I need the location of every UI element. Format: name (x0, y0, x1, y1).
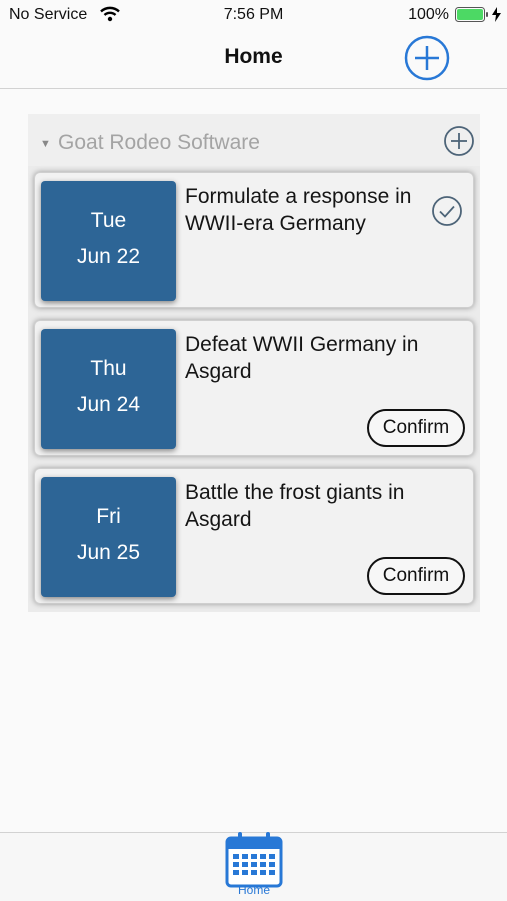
charging-bolt-icon (492, 7, 501, 22)
section-title: Goat Rodeo Software (58, 131, 260, 154)
date-tile: Tue Jun 22 (41, 181, 176, 301)
task-card[interactable]: Tue Jun 22 Formulate a response in WWII-… (34, 172, 474, 308)
navigation-bar: Home (0, 30, 507, 89)
section-header[interactable]: ▼ Goat Rodeo Software (28, 114, 480, 166)
date-weekday: Thu (90, 357, 127, 380)
confirm-button[interactable]: Confirm (367, 409, 465, 447)
project-section: ▼ Goat Rodeo Software Tue Jun 22 Formula… (28, 114, 480, 612)
checkmark-circle-icon[interactable] (431, 195, 463, 227)
date-weekday: Fri (96, 505, 121, 528)
confirm-button[interactable]: Confirm (367, 557, 465, 595)
battery-icon (455, 7, 488, 22)
task-title: Battle the frost giants in Asgard (185, 481, 405, 531)
task-card[interactable]: Fri Jun 25 Battle the frost giants in As… (34, 468, 474, 604)
tab-home-label: Home (237, 883, 270, 897)
date-weekday: Tue (90, 209, 127, 232)
tab-bar: Home (0, 832, 507, 901)
tab-home[interactable]: Home (220, 832, 288, 901)
date-month-day: Jun 24 (76, 393, 141, 416)
status-bar: No Service 7:56 PM 100% (0, 0, 507, 30)
date-tile: Thu Jun 24 (41, 329, 176, 449)
battery-percentage: 100% (408, 6, 449, 23)
date-month-day: Jun 22 (76, 245, 141, 268)
date-month-day: Jun 25 (76, 541, 141, 564)
add-button[interactable] (404, 35, 450, 81)
calendar-icon (225, 832, 283, 888)
task-title: Formulate a response in WWII-era Germany (185, 185, 412, 235)
disclosure-triangle-icon[interactable]: ▼ (40, 138, 51, 150)
task-title: Defeat WWII Germany in Asgard (185, 333, 419, 383)
section-add-button[interactable] (443, 125, 475, 157)
task-card[interactable]: Thu Jun 24 Defeat WWII Germany in Asgard… (34, 320, 474, 456)
date-tile: Fri Jun 25 (41, 477, 176, 597)
